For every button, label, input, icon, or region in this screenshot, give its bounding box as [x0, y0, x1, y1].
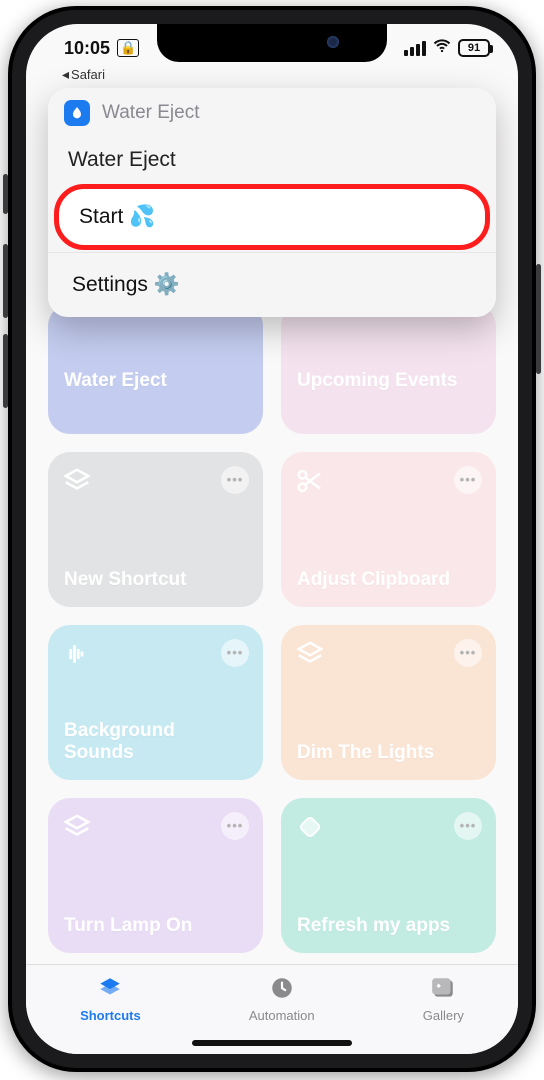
action-sheet: Water Eject Water Eject Start 💦 Settings… [48, 88, 496, 317]
action-sheet-app-name: Water Eject [102, 102, 200, 124]
water-drop-app-icon [64, 100, 90, 126]
battery-icon: 91 [458, 39, 490, 57]
phone-frame: 10:05 🔒 91 ◂ Safari Water Eject Upcoming… [8, 6, 536, 1072]
orientation-lock-icon: 🔒 [117, 39, 139, 57]
volume-up-button [3, 244, 8, 318]
automation-icon [268, 975, 296, 1004]
notch [157, 24, 387, 62]
action-sheet-title: Water Eject [48, 138, 496, 182]
status-time: 10:05 [64, 38, 110, 59]
gallery-icon [429, 975, 457, 1004]
screen: 10:05 🔒 91 ◂ Safari Water Eject Upcoming… [26, 24, 518, 1054]
mute-switch [3, 174, 8, 214]
wifi-icon [432, 36, 452, 61]
tab-gallery[interactable]: Gallery [423, 975, 464, 1023]
menu-item-settings[interactable]: Settings ⚙️ [48, 252, 496, 317]
tab-automation-label: Automation [249, 1008, 315, 1023]
menu-item-start-label: Start 💦 [79, 205, 155, 228]
shortcuts-icon [96, 975, 124, 1004]
home-indicator[interactable] [192, 1040, 352, 1046]
power-button [536, 264, 541, 374]
tab-shortcuts[interactable]: Shortcuts [80, 975, 141, 1023]
action-sheet-header: Water Eject [48, 88, 496, 138]
menu-item-start[interactable]: Start 💦 [54, 184, 490, 250]
volume-down-button [3, 334, 8, 408]
menu-item-settings-label: Settings ⚙️ [72, 273, 180, 296]
tab-shortcuts-label: Shortcuts [80, 1008, 141, 1023]
tab-gallery-label: Gallery [423, 1008, 464, 1023]
tab-automation[interactable]: Automation [249, 975, 315, 1023]
cellular-signal-icon [404, 41, 426, 56]
